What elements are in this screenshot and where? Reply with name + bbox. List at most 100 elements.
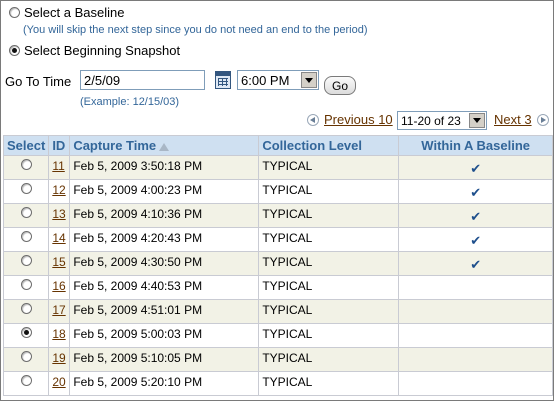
snapshot-id-link[interactable]: 12 <box>52 183 65 197</box>
table-row: 20 Feb 5, 2009 5:20:10 PM TYPICAL <box>2 371 553 396</box>
capture-time-cell: Feb 5, 2009 4:10:36 PM <box>69 203 260 228</box>
collection-level-cell: TYPICAL <box>258 323 400 348</box>
checkmark-icon: ✔ <box>470 233 482 248</box>
row-select-radio[interactable] <box>20 327 32 338</box>
snapshot-id-link[interactable]: 16 <box>52 279 65 293</box>
capture-time-cell: Feb 5, 2009 4:30:50 PM <box>69 251 260 276</box>
select-cell[interactable] <box>2 299 50 324</box>
go-button[interactable]: Go <box>324 76 356 95</box>
checkmark-icon: ✔ <box>470 161 482 176</box>
snapshot-id-link[interactable]: 20 <box>52 375 65 389</box>
select-cell[interactable] <box>2 323 50 348</box>
calendar-icon[interactable] <box>215 71 231 89</box>
table-row: 15 Feb 5, 2009 4:30:50 PM TYPICAL ✔ <box>2 251 553 276</box>
next-nav[interactable]: Next 3 <box>494 112 549 127</box>
snapshot-id-link[interactable]: 18 <box>52 327 65 341</box>
table-row: 13 Feb 5, 2009 4:10:36 PM TYPICAL ✔ <box>2 203 553 228</box>
within-baseline-cell <box>398 347 553 372</box>
id-cell: 12 <box>48 179 71 204</box>
baseline-option[interactable]: Select a Baseline <box>9 5 124 20</box>
checkmark-icon: ✔ <box>470 209 482 224</box>
id-cell: 20 <box>48 371 71 396</box>
baseline-label: Select a Baseline <box>24 5 125 20</box>
select-cell[interactable] <box>2 155 50 180</box>
previous-link[interactable]: Previous 10 <box>324 112 393 127</box>
select-cell[interactable] <box>2 179 50 204</box>
row-select-radio[interactable] <box>20 303 32 314</box>
row-select-radio[interactable] <box>20 207 32 218</box>
id-cell: 18 <box>48 323 71 348</box>
next-link[interactable]: Next 3 <box>494 112 532 127</box>
select-cell[interactable] <box>2 251 50 276</box>
table-row: 19 Feb 5, 2009 5:10:05 PM TYPICAL <box>2 347 553 372</box>
header-collection-level: Collection Level <box>258 135 400 156</box>
id-cell: 17 <box>48 299 71 324</box>
checkmark-icon: ✔ <box>470 185 482 200</box>
id-cell: 19 <box>48 347 71 372</box>
capture-time-cell: Feb 5, 2009 4:40:53 PM <box>69 275 260 300</box>
capture-time-cell: Feb 5, 2009 5:10:05 PM <box>69 347 260 372</box>
row-select-radio[interactable] <box>20 183 32 194</box>
capture-time-cell: Feb 5, 2009 5:20:10 PM <box>69 371 260 396</box>
collection-level-cell: TYPICAL <box>258 275 400 300</box>
select-cell[interactable] <box>2 275 50 300</box>
select-cell[interactable] <box>2 347 50 372</box>
id-cell: 14 <box>48 227 71 252</box>
table-row: 18 Feb 5, 2009 5:00:03 PM TYPICAL <box>2 323 553 348</box>
snapshot-id-link[interactable]: 15 <box>52 255 65 269</box>
header-capture-time[interactable]: Capture Time <box>69 135 260 156</box>
collection-level-cell: TYPICAL <box>258 371 400 396</box>
date-input[interactable] <box>80 70 205 90</box>
within-baseline-cell: ✔ <box>398 251 553 276</box>
row-select-radio[interactable] <box>20 375 32 386</box>
snapshots-table: Select ID Capture Time Collection Level … <box>2 135 553 396</box>
within-baseline-cell: ✔ <box>398 203 553 228</box>
baseline-hint: (You will skip the next step since you d… <box>23 24 368 36</box>
id-cell: 16 <box>48 275 71 300</box>
row-select-radio[interactable] <box>20 351 32 362</box>
table-row: 11 Feb 5, 2009 3:50:18 PM TYPICAL ✔ <box>2 155 553 180</box>
snapshot-id-link[interactable]: 14 <box>52 231 65 245</box>
page-range-select[interactable]: 11-20 of 23 <box>397 111 487 130</box>
sort-ascending-icon[interactable] <box>159 142 170 151</box>
id-cell: 13 <box>48 203 71 228</box>
row-select-radio[interactable] <box>20 231 32 242</box>
within-baseline-cell <box>398 323 553 348</box>
id-cell: 15 <box>48 251 71 276</box>
row-select-radio[interactable] <box>20 255 32 266</box>
time-select[interactable]: 6:00 PM <box>237 70 319 90</box>
select-cell[interactable] <box>2 227 50 252</box>
snapshot-id-link[interactable]: 13 <box>52 207 65 221</box>
collection-level-cell: TYPICAL <box>258 179 400 204</box>
previous-nav[interactable]: Previous 10 <box>307 112 393 127</box>
within-baseline-cell: ✔ <box>398 227 553 252</box>
time-select-value: 6:00 PM <box>241 72 290 88</box>
header-select: Select <box>2 135 50 156</box>
snapshot-option[interactable]: Select Beginning Snapshot <box>9 43 180 58</box>
row-select-radio[interactable] <box>20 279 32 290</box>
snapshot-radio[interactable] <box>9 45 20 56</box>
select-cell[interactable] <box>2 203 50 228</box>
table-row: 16 Feb 5, 2009 4:40:53 PM TYPICAL <box>2 275 553 300</box>
chevron-down-icon[interactable] <box>301 72 317 88</box>
snapshot-selection-panel: Select a Baseline (You will skip the nex… <box>0 0 554 401</box>
table-header-row: Select ID Capture Time Collection Level … <box>2 135 553 156</box>
next-arrow-icon[interactable] <box>536 113 549 126</box>
page-range-value: 11-20 of 23 <box>401 113 461 128</box>
row-select-radio[interactable] <box>20 159 32 170</box>
snapshot-id-link[interactable]: 11 <box>52 159 64 173</box>
within-baseline-cell: ✔ <box>398 179 553 204</box>
table-row: 12 Feb 5, 2009 4:00:23 PM TYPICAL ✔ <box>2 179 553 204</box>
date-example-hint: (Example: 12/15/03) <box>80 96 180 108</box>
header-id[interactable]: ID <box>48 135 71 156</box>
snapshot-label: Select Beginning Snapshot <box>24 43 181 58</box>
goto-time-label: Go To Time <box>5 74 72 89</box>
select-cell[interactable] <box>2 371 50 396</box>
chevron-down-icon[interactable] <box>469 113 485 128</box>
snapshot-id-link[interactable]: 19 <box>52 351 65 365</box>
previous-arrow-icon[interactable] <box>307 113 319 126</box>
snapshot-id-link[interactable]: 17 <box>52 303 65 317</box>
baseline-radio[interactable] <box>9 7 20 18</box>
header-within-baseline: Within A Baseline <box>398 135 553 156</box>
capture-time-cell: Feb 5, 2009 4:51:01 PM <box>69 299 260 324</box>
